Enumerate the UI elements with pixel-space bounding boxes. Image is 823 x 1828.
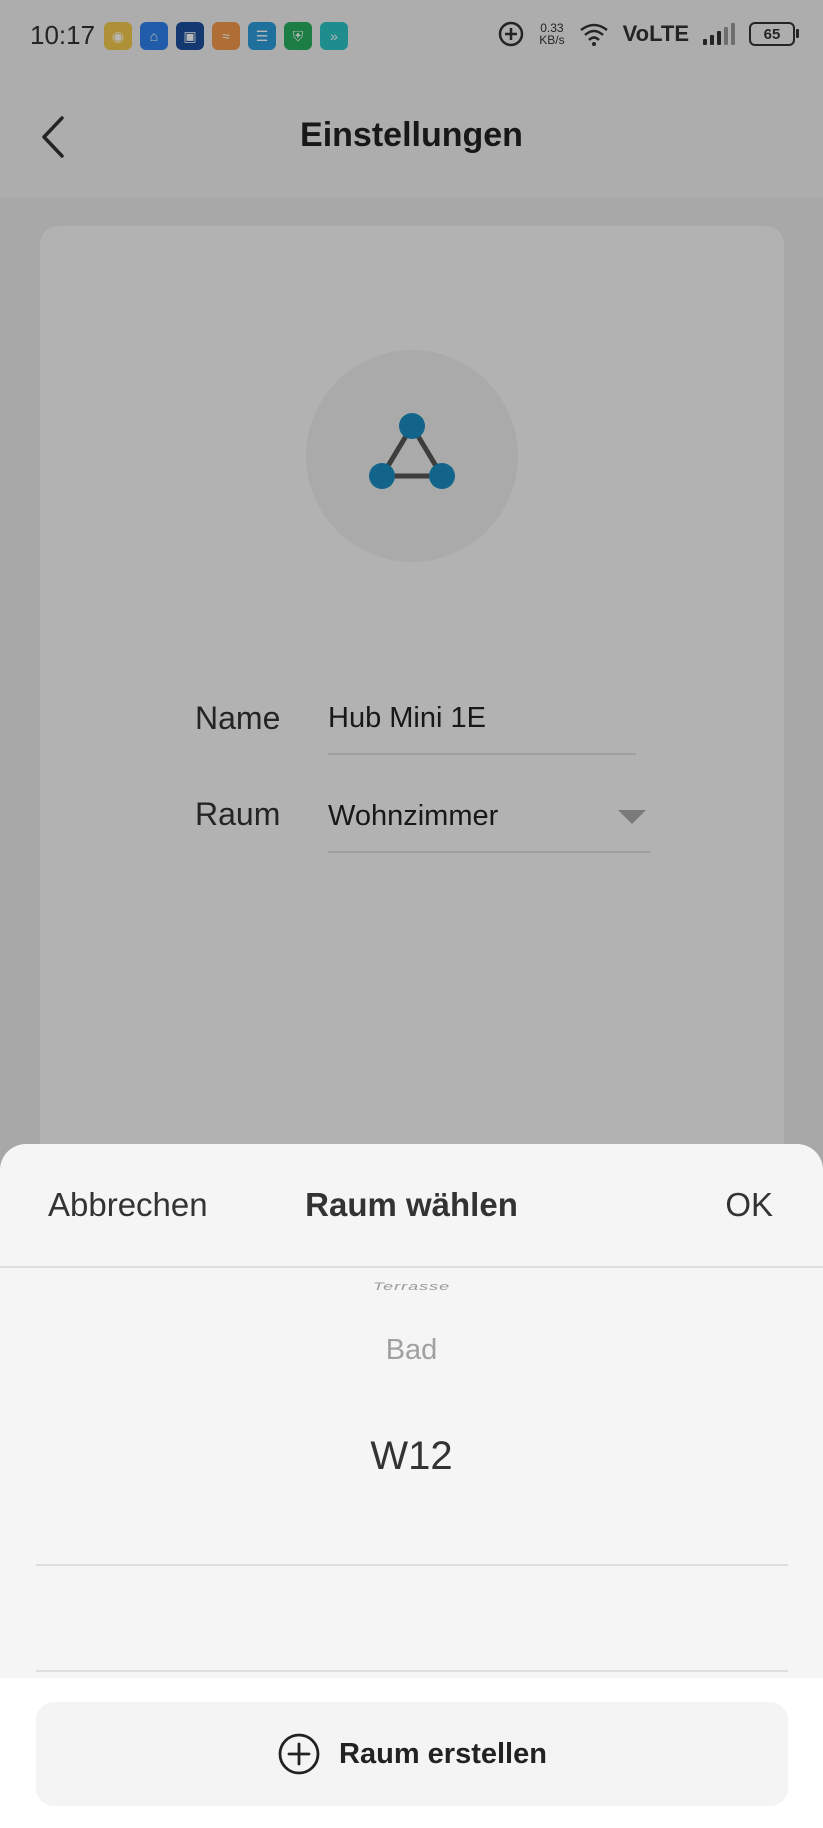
picker-divider-top [36,1564,788,1566]
room-picker[interactable]: Terrasse Bad W12 [0,1268,823,1672]
sheet-header: Abbrechen Raum wählen OK [0,1144,823,1268]
plus-circle-icon [278,1733,320,1775]
sheet-title: Raum wählen [305,1186,518,1223]
ok-button[interactable]: OK [725,1186,773,1224]
picker-item[interactable]: Bad [0,1334,823,1367]
picker-item[interactable]: Terrasse [0,1280,823,1293]
create-room-label: Raum erstellen [339,1737,547,1770]
create-room-area: Raum erstellen [0,1678,823,1828]
picker-divider-bottom [36,1670,788,1672]
picker-item-selected[interactable]: W12 [0,1434,823,1479]
create-room-button[interactable]: Raum erstellen [36,1702,788,1806]
